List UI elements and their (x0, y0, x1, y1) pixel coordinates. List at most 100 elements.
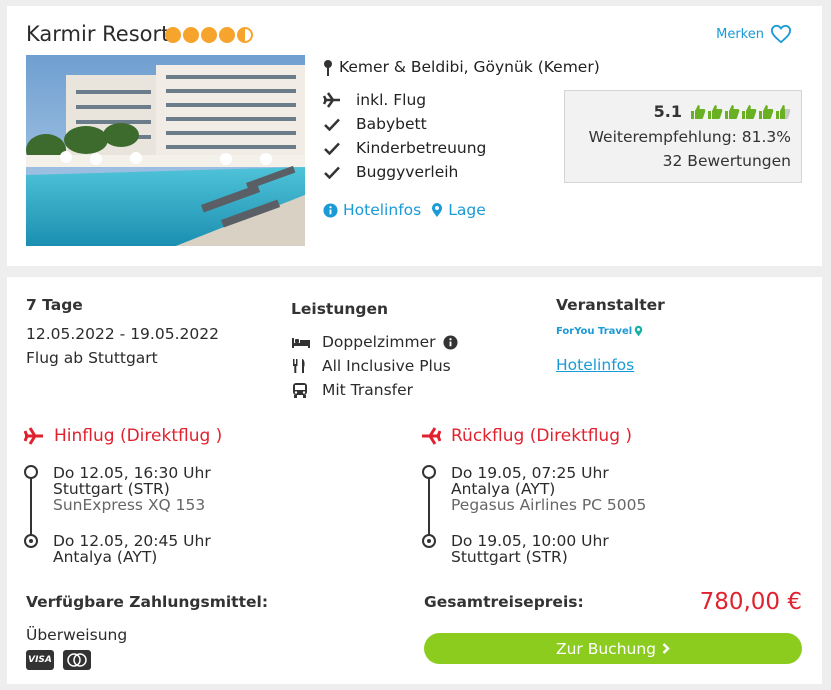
return-airline: Pegasus Airlines PC 5005 (451, 496, 647, 514)
outbound-title: Hinflug (Direktflug ) (54, 426, 223, 446)
travel-dates: 12.05.2022 - 19.05.2022 (26, 325, 219, 343)
payment-heading: Verfügbare Zahlungsmittel: (26, 593, 269, 611)
cutlery-icon (293, 359, 305, 373)
operator-hotelinfos-link[interactable]: Hotelinfos (556, 356, 634, 374)
map-marker-icon (432, 203, 443, 217)
outbound-dep-airport: Stuttgart (STR) (53, 480, 170, 498)
checkmark-icon (324, 166, 340, 179)
feature-label: Kinderbetreuung (356, 139, 487, 157)
hotel-photo[interactable] (26, 55, 305, 246)
feature-item: Kinderbetreuung (323, 139, 486, 157)
outbound-arrival: Do 12.05, 20:45 Uhr Antalya (AYT) (53, 533, 211, 565)
duration-label: 7 Tage (26, 296, 83, 314)
total-price: 780,00 € (699, 589, 802, 615)
thumbs-up-icon (759, 104, 774, 119)
info-icon (323, 202, 338, 218)
services-heading: Leistungen (291, 300, 389, 318)
operator-logo: ForYou Travel (556, 325, 643, 337)
recommendation-text: Weiterempfehlung: 81.3% (588, 128, 791, 146)
service-item: Doppelzimmer (291, 333, 458, 351)
hotelinfos-link[interactable]: Hotelinfos (323, 201, 421, 219)
payment-method: Überweisung (26, 626, 128, 644)
return-departure: Do 19.05, 07:25 Uhr Antalya (AYT) Pegasu… (451, 465, 646, 513)
feature-label: Buggyverleih (356, 163, 459, 181)
hotel-location: Kemer & Beldibi, Göynük (Kemer) (323, 58, 600, 76)
feature-item: inkl. Flug (323, 91, 426, 109)
checkmark-icon (324, 142, 340, 155)
feature-label: Babybett (356, 115, 427, 133)
airplane-icon (323, 92, 340, 108)
departure-dot-icon (422, 465, 436, 479)
lage-link[interactable]: Lage (431, 201, 486, 219)
star-icon (183, 27, 199, 43)
merken-button[interactable]: Merken (716, 24, 792, 44)
half-thumbs-up-icon (776, 104, 791, 119)
rating-score-row: 5.1 (654, 102, 791, 121)
feature-item: Babybett (323, 115, 427, 133)
service-label: All Inclusive Plus (322, 357, 451, 375)
departure-airport: Flug ab Stuttgart (26, 349, 158, 367)
airplane-icon (422, 427, 441, 445)
return-timeline (422, 465, 436, 550)
return-dep-airport: Antalya (AYT) (451, 480, 556, 498)
hotelinfos-label: Hotelinfos (343, 201, 422, 219)
hotel-star-rating (165, 27, 253, 43)
thumbs-up-icon (708, 104, 723, 119)
lage-label: Lage (448, 201, 486, 219)
rating-box[interactable]: 5.1 Weiterempfehlung: 81.3% 32 Bewertung… (564, 90, 802, 183)
operator-heading: Veranstalter (556, 296, 665, 314)
offer-card: 7 Tage 12.05.2022 - 19.05.2022 Flug ab S… (7, 277, 822, 684)
operator-logo-text: ForYou Travel (556, 325, 633, 337)
thumbs-up-icon (742, 104, 757, 119)
airplane-icon (24, 427, 43, 445)
hotel-name[interactable]: Karmir Resort (26, 22, 169, 46)
return-header: Rückflug (Direktflug ) (421, 426, 632, 446)
location-text: Kemer & Beldibi, Göynük (Kemer) (339, 58, 600, 76)
service-label: Doppelzimmer (322, 333, 436, 351)
payment-cards: VISA (26, 650, 91, 670)
outbound-airline: SunExpress XQ 153 (53, 496, 206, 514)
service-label: Mit Transfer (322, 381, 414, 399)
checkmark-icon (324, 118, 340, 131)
bus-icon (293, 382, 307, 398)
service-item: All Inclusive Plus (291, 357, 451, 375)
service-item: Mit Transfer (291, 381, 413, 399)
total-label: Gesamtreisepreis: (424, 593, 584, 611)
booking-button[interactable]: Zur Buchung (424, 633, 802, 664)
star-icon (201, 27, 217, 43)
info-icon[interactable] (442, 334, 458, 350)
feature-item: Buggyverleih (323, 163, 458, 181)
hotel-card: Karmir Resort Merken Kemer & Beldibi, Gö… (7, 6, 822, 266)
booking-button-label: Zur Buchung (555, 639, 657, 658)
mastercard-icon (63, 650, 91, 670)
thumbs-up-icon (691, 104, 706, 119)
heart-icon (770, 24, 792, 44)
star-icon (165, 27, 181, 43)
outbound-header: Hinflug (Direktflug ) (24, 426, 222, 446)
star-icon (219, 27, 235, 43)
chevron-right-icon (662, 643, 670, 654)
visa-icon: VISA (26, 650, 54, 670)
bed-icon (292, 338, 310, 348)
outbound-dep-time: Do 12.05, 16:30 Uhr (53, 464, 211, 482)
departure-dot-icon (24, 465, 38, 479)
map-pin-icon (324, 59, 332, 76)
review-count: 32 Bewertungen (662, 152, 791, 170)
outbound-departure: Do 12.05, 16:30 Uhr Stuttgart (STR) SunE… (53, 465, 211, 513)
return-title: Rückflug (Direktflug ) (451, 426, 633, 446)
return-arr-airport: Stuttgart (STR) (451, 548, 568, 566)
feature-label: inkl. Flug (356, 91, 427, 109)
return-arr-time: Do 19.05, 10:00 Uhr (451, 532, 609, 550)
return-arrival: Do 19.05, 10:00 Uhr Stuttgart (STR) (451, 533, 609, 565)
outbound-arr-time: Do 12.05, 20:45 Uhr (53, 532, 211, 550)
outbound-arr-airport: Antalya (AYT) (53, 548, 158, 566)
outbound-timeline (24, 465, 38, 550)
thumbs-rating (690, 104, 791, 120)
arrival-dot-icon (422, 534, 436, 548)
hotel-links: Hotelinfos Lage (323, 201, 486, 219)
rating-score: 5.1 (653, 102, 682, 121)
thumbs-up-icon (725, 104, 740, 119)
arrival-dot-icon (24, 534, 38, 548)
merken-label: Merken (716, 26, 764, 42)
half-star-icon (237, 27, 253, 43)
